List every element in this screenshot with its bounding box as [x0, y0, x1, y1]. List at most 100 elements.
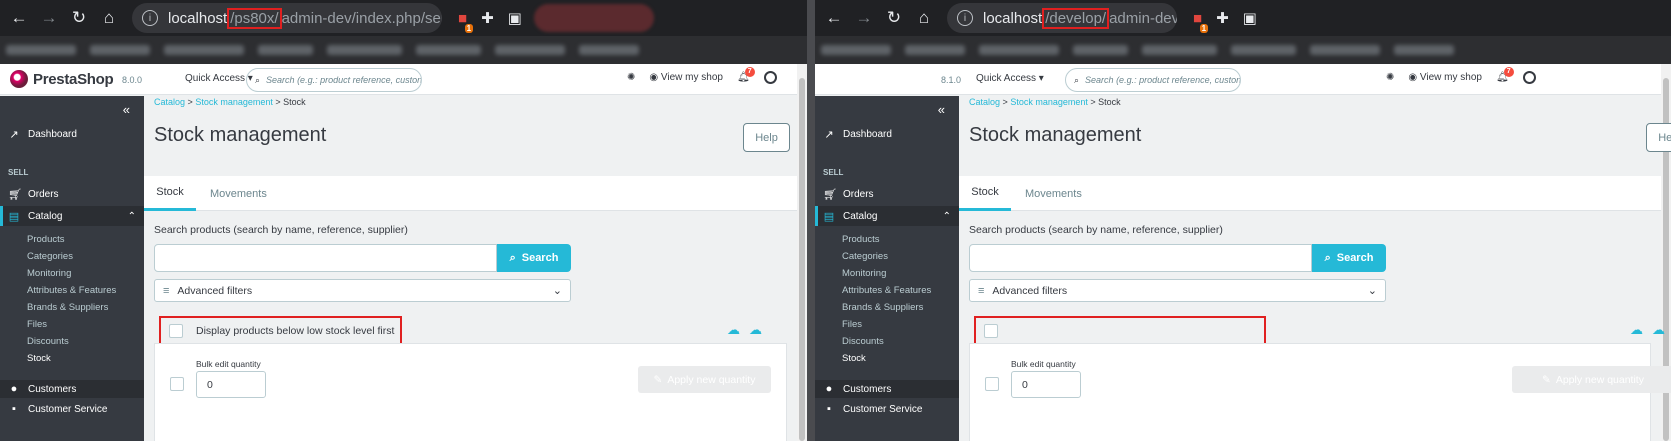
site-info-icon[interactable]: i [957, 10, 973, 26]
tab-stock[interactable]: Stock [144, 176, 196, 211]
bookmark-item[interactable] [90, 45, 150, 55]
sidebar-item-catalog[interactable]: ▤ Catalog ⌃ [0, 206, 144, 226]
sidebar-item-dashboard[interactable]: ↗ Dashboard [815, 128, 959, 141]
bookmark-item[interactable] [495, 45, 565, 55]
bookmark-item[interactable] [258, 45, 313, 55]
quick-access-button[interactable]: Quick Access ▾ [185, 73, 253, 84]
bookmark-item[interactable] [416, 45, 481, 55]
bookmark-item[interactable] [979, 45, 1059, 55]
puzzle-icon[interactable]: ✚ [1216, 9, 1229, 27]
header-search-input[interactable]: ⌕ Search (e.g.: product reference, custo… [246, 68, 422, 92]
sidebar-sub-discounts[interactable]: Discounts [27, 336, 69, 347]
tab-stock[interactable]: Stock [959, 176, 1011, 211]
advanced-filters-toggle[interactable]: ≡ Advanced filters ⌄ [969, 279, 1386, 302]
collapse-menu-icon[interactable]: « [938, 102, 945, 117]
home-icon[interactable]: ⌂ [98, 7, 120, 29]
sidebar-sub-attributes[interactable]: Attributes & Features [27, 285, 116, 296]
select-all-checkbox[interactable] [985, 377, 999, 391]
sidebar-sub-attributes[interactable]: Attributes & Features [842, 285, 931, 296]
bookmark-item[interactable] [327, 45, 402, 55]
sidepanel-icon[interactable]: ▣ [1243, 9, 1257, 27]
debug-icon[interactable]: ✺ [627, 72, 635, 83]
sidebar-sub-brands[interactable]: Brands & Suppliers [842, 302, 923, 313]
sidebar-sub-stock[interactable]: Stock [842, 353, 866, 364]
tab-movements[interactable]: Movements [210, 176, 267, 211]
sidebar-sub-discounts[interactable]: Discounts [842, 336, 884, 347]
sidebar-item-customer-service[interactable]: ▪ Customer Service [815, 403, 959, 415]
sidebar-sub-categories[interactable]: Categories [842, 251, 888, 262]
sidebar-sub-monitoring[interactable]: Monitoring [842, 268, 886, 279]
back-icon[interactable]: ← [823, 7, 845, 29]
bookmark-item[interactable] [821, 45, 891, 55]
profile-chip[interactable] [533, 4, 654, 32]
sidebar-item-customers[interactable]: ● Customers [0, 380, 144, 398]
sidebar-sub-brands[interactable]: Brands & Suppliers [27, 302, 108, 313]
sidebar-sub-monitoring[interactable]: Monitoring [27, 268, 71, 279]
breadcrumb-stock-management[interactable]: Stock management [195, 97, 273, 107]
breadcrumb-catalog[interactable]: Catalog [969, 97, 1000, 107]
sidebar-sub-products[interactable]: Products [842, 234, 880, 245]
tab-movements[interactable]: Movements [1025, 176, 1082, 211]
sidebar-item-customer-service[interactable]: ▪ Customer Service [0, 403, 144, 415]
low-stock-checkbox[interactable] [169, 324, 183, 338]
sidebar-sub-categories[interactable]: Categories [27, 251, 73, 262]
view-shop-link[interactable]: ◉ View my shop [649, 72, 723, 83]
bookmark-item[interactable] [1394, 45, 1454, 55]
sidebar-item-customers[interactable]: ● Customers [815, 380, 959, 398]
forward-icon[interactable]: → [853, 7, 875, 29]
bookmark-item[interactable] [164, 45, 244, 55]
back-icon[interactable]: ← [8, 7, 30, 29]
extension-icon[interactable]: ■ 1 [1193, 10, 1209, 33]
search-button[interactable]: ⌕ Search [497, 244, 571, 272]
home-icon[interactable]: ⌂ [913, 7, 935, 29]
sidebar-item-catalog[interactable]: ▤ Catalog ⌃ [815, 206, 959, 226]
select-all-checkbox[interactable] [170, 377, 184, 391]
search-products-input[interactable] [154, 244, 497, 272]
logo[interactable]: PrestaShop [10, 70, 114, 88]
notifications-icon[interactable]: 🔔︎ 7 [1496, 67, 1514, 83]
bookmark-item[interactable] [1073, 45, 1128, 55]
apply-new-quantity-button[interactable]: ✎ Apply new quantity [1512, 366, 1671, 393]
help-button[interactable]: Help [743, 123, 790, 152]
notifications-icon[interactable]: 🔔︎ 7 [737, 67, 755, 83]
collapse-menu-icon[interactable]: « [123, 102, 130, 117]
reload-icon[interactable]: ↻ [883, 7, 905, 29]
sidebar-sub-files[interactable]: Files [27, 319, 47, 330]
bulk-edit-quantity-input[interactable]: 0 [196, 371, 266, 398]
employee-avatar-icon[interactable] [1522, 71, 1536, 84]
header-search-input[interactable]: ⌕ Search (e.g.: product reference, custo… [1065, 68, 1241, 92]
bookmark-item[interactable] [1310, 45, 1380, 55]
reload-icon[interactable]: ↻ [68, 7, 90, 29]
bookmark-item[interactable] [579, 45, 639, 55]
upload-icon[interactable]: ☁︎ [727, 322, 740, 338]
puzzle-icon[interactable]: ✚ [481, 9, 494, 27]
upload-icon[interactable]: ☁︎ [1630, 322, 1643, 338]
address-bar[interactable]: i localhost/ps80x/admin-dev/index.php/se… [132, 3, 442, 33]
help-button[interactable]: Help [1646, 123, 1671, 152]
forward-icon[interactable]: → [38, 7, 60, 29]
search-products-input[interactable] [969, 244, 1312, 272]
download-icon[interactable]: ☁︎ [749, 322, 762, 338]
sidebar-sub-products[interactable]: Products [27, 234, 65, 245]
download-icon[interactable]: ☁︎ [1652, 322, 1665, 338]
bookmark-item[interactable] [1231, 45, 1296, 55]
sidebar-item-orders[interactable]: 🛒︎ Orders [0, 188, 144, 201]
apply-new-quantity-button[interactable]: ✎ Apply new quantity [638, 366, 771, 393]
site-info-icon[interactable]: i [142, 10, 158, 26]
debug-icon[interactable]: ✺ [1386, 72, 1394, 83]
low-stock-checkbox[interactable] [984, 324, 998, 338]
sidebar-sub-files[interactable]: Files [842, 319, 862, 330]
sidebar-item-dashboard[interactable]: ↗ Dashboard [0, 128, 144, 141]
sidebar-item-orders[interactable]: 🛒︎ Orders [815, 188, 959, 201]
bookmark-item[interactable] [905, 45, 965, 55]
breadcrumb-catalog[interactable]: Catalog [154, 97, 185, 107]
bookmark-item[interactable] [1142, 45, 1217, 55]
quick-access-button[interactable]: Quick Access ▾ [976, 73, 1044, 84]
employee-avatar-icon[interactable] [763, 71, 777, 84]
bulk-edit-quantity-input[interactable]: 0 [1011, 371, 1081, 398]
bookmark-item[interactable] [6, 45, 76, 55]
breadcrumb-stock-management[interactable]: Stock management [1010, 97, 1088, 107]
sidebar-sub-stock[interactable]: Stock [27, 353, 51, 364]
advanced-filters-toggle[interactable]: ≡ Advanced filters ⌄ [154, 279, 571, 302]
address-bar[interactable]: i localhost/develop/admin-dev/ind... ⇄ ⊖… [947, 3, 1177, 33]
